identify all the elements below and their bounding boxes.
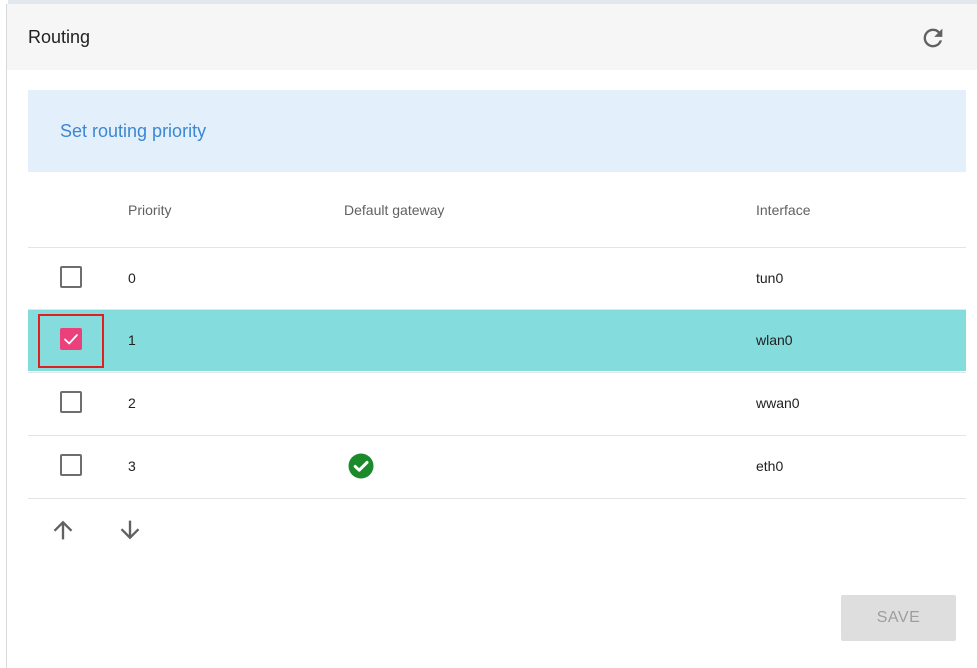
save-button[interactable]: SAVE bbox=[841, 595, 956, 641]
checkmark-icon bbox=[64, 334, 78, 345]
row-interface: wlan0 bbox=[756, 332, 793, 348]
row-interface: tun0 bbox=[756, 270, 784, 286]
banner-text: Set routing priority bbox=[60, 121, 207, 141]
row-interface: eth0 bbox=[756, 458, 784, 474]
column-header-default-gateway: Default gateway bbox=[344, 202, 445, 218]
left-border bbox=[6, 4, 7, 668]
row-checkbox[interactable] bbox=[60, 454, 82, 476]
row-checkbox[interactable] bbox=[60, 391, 82, 413]
table-bottom-divider bbox=[28, 498, 966, 499]
row-interface: wwan0 bbox=[756, 395, 800, 411]
routing-priority-banner: Set routing priority bbox=[28, 90, 966, 172]
default-gateway-check-icon bbox=[348, 453, 374, 479]
arrow-down-icon bbox=[120, 520, 140, 540]
refresh-button[interactable] bbox=[919, 24, 947, 52]
move-up-button[interactable] bbox=[49, 516, 77, 544]
row-priority: 2 bbox=[128, 395, 136, 411]
move-down-button[interactable] bbox=[116, 516, 144, 544]
row-checkbox-checked[interactable] bbox=[60, 328, 82, 350]
row-priority: 0 bbox=[128, 270, 136, 286]
table-row[interactable]: 3 eth0 bbox=[28, 435, 966, 497]
column-header-priority: Priority bbox=[128, 202, 172, 218]
column-header-interface: Interface bbox=[756, 202, 811, 218]
card-header: Routing bbox=[7, 4, 977, 70]
row-priority: 3 bbox=[128, 458, 136, 474]
card-title: Routing bbox=[28, 27, 91, 47]
row-checkbox[interactable] bbox=[60, 266, 82, 288]
routing-panel: Routing Set routing priority Priority De… bbox=[0, 0, 977, 668]
table-row[interactable]: 2 wwan0 bbox=[28, 372, 966, 434]
table-row-selected[interactable]: 1 wlan0 bbox=[28, 309, 966, 371]
arrow-up-icon bbox=[53, 520, 73, 540]
refresh-icon bbox=[923, 28, 943, 48]
row-priority: 1 bbox=[128, 332, 136, 348]
table-row[interactable]: 0 tun0 bbox=[28, 247, 966, 309]
